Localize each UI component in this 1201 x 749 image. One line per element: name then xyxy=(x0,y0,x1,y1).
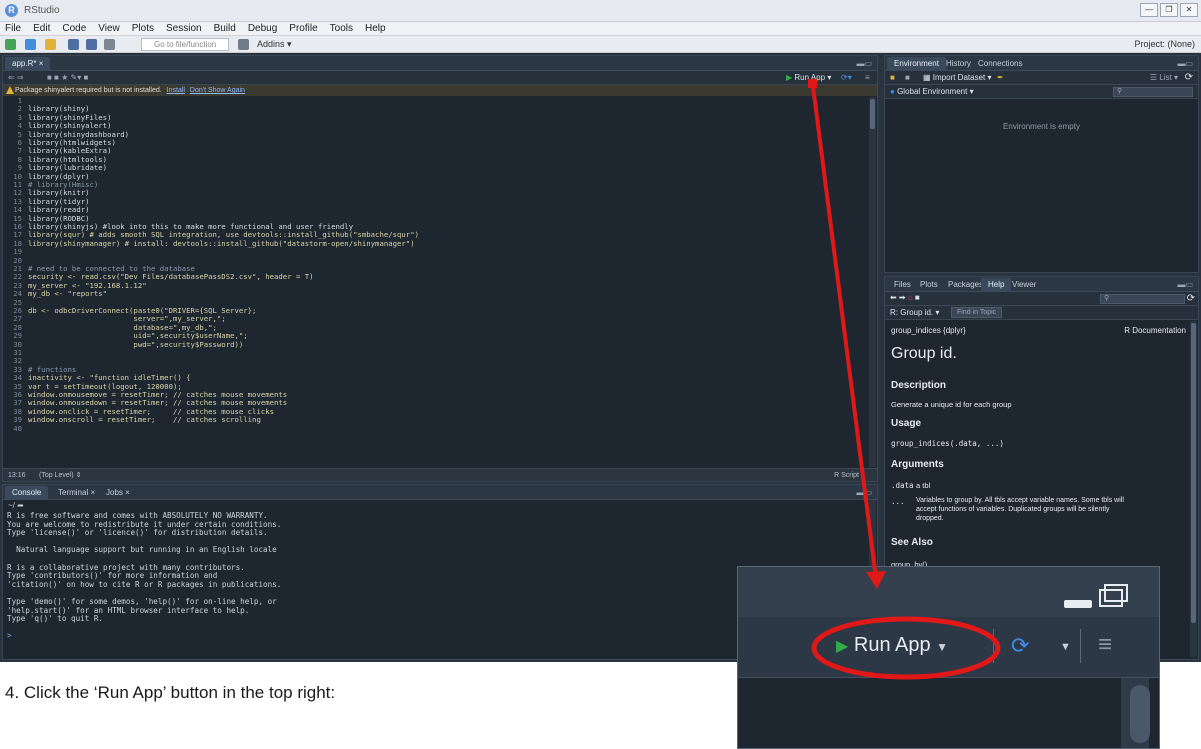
annotation-arrow-head xyxy=(866,571,886,589)
annotation-overlay xyxy=(808,79,1001,680)
tutorial-screenshot: R RStudio — ❐ ✕ File Edit Code View Plot… xyxy=(0,0,1201,749)
annotation-arrow-tail xyxy=(808,79,817,88)
annotation-circle xyxy=(811,616,1001,680)
annotation-arrow-line xyxy=(811,85,878,579)
